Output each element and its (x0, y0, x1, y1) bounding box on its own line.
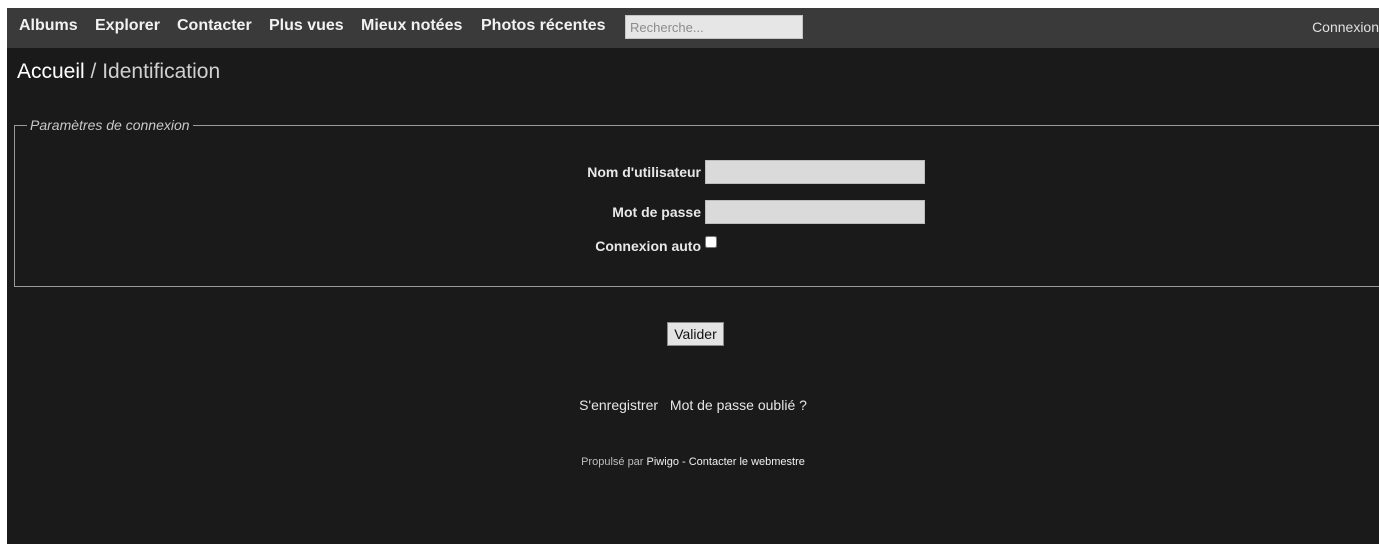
login-link[interactable]: Connexion (1312, 19, 1379, 35)
breadcrumb-current: Identification (102, 60, 221, 83)
menu-photos-recentes[interactable]: Photos récentes (481, 17, 605, 35)
footer-powered-by: Propulsé par (581, 456, 647, 468)
menu-contacter[interactable]: Contacter (177, 17, 252, 35)
remember-checkbox[interactable] (705, 236, 717, 248)
top-menubar: Albums Explorer Contacter Plus vues Mieu… (7, 8, 1379, 48)
remember-label: Connexion auto (595, 238, 701, 254)
username-label: Nom d'utilisateur (587, 164, 701, 180)
login-fieldset: Paramètres de connexion Nom d'utilisateu… (14, 117, 1379, 287)
page-frame: Albums Explorer Contacter Plus vues Mieu… (7, 8, 1379, 544)
fieldset-legend: Paramètres de connexion (27, 117, 193, 133)
register-link[interactable]: S'enregistrer (579, 397, 658, 413)
menu-explorer[interactable]: Explorer (95, 17, 160, 35)
search-input[interactable] (625, 15, 803, 39)
password-field[interactable] (705, 200, 925, 224)
submit-button[interactable]: Valider (667, 322, 724, 346)
account-links: S'enregistrer Mot de passe oublié ? (7, 397, 1379, 413)
menu-mieux-notees[interactable]: Mieux notées (361, 17, 462, 35)
breadcrumb-home[interactable]: Accueil (17, 60, 85, 83)
footer: Propulsé par Piwigo - Contacter le webme… (7, 456, 1379, 468)
menu-albums[interactable]: Albums (19, 17, 78, 35)
footer-separator: - (678, 456, 689, 468)
username-field[interactable] (705, 160, 925, 184)
password-label: Mot de passe (612, 204, 701, 220)
forgot-password-link[interactable]: Mot de passe oublié ? (670, 397, 807, 413)
piwigo-link[interactable]: Piwigo (647, 456, 679, 468)
menu-plus-vues[interactable]: Plus vues (269, 17, 344, 35)
breadcrumb-separator: / (84, 60, 103, 83)
breadcrumb: Accueil / Identification (17, 60, 220, 84)
contact-webmaster-link[interactable]: Contacter le webmestre (689, 456, 805, 468)
